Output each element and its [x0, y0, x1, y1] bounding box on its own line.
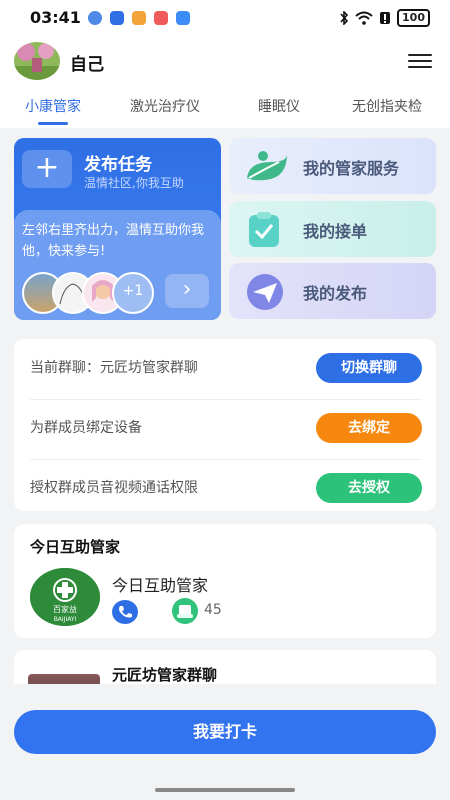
participant-count-badge: +1: [112, 272, 154, 314]
tab-xiaokang[interactable]: 小康管家: [25, 96, 81, 116]
alert-icon: [380, 12, 391, 24]
current-group-label: 当前群聊：元匠坊管家群聊: [30, 360, 198, 376]
today-butler-card[interactable]: 今日互助管家 百家益 BAIJIAYI 今日互助管家 45: [14, 524, 436, 638]
chevron-right-icon: ›: [182, 277, 192, 302]
leaf-icon: [241, 148, 289, 186]
task-inner-panel: 左邻右里齐出力，温情互助你我他，快来参与! +1 ›: [14, 210, 221, 320]
task-description: 左邻右里齐出力，温情互助你我他，快来参与!: [22, 223, 205, 259]
switch-group-button[interactable]: 切换群聊: [316, 353, 422, 383]
menu-icon[interactable]: [408, 54, 432, 70]
my-posts-card[interactable]: 我的发布: [229, 263, 436, 319]
my-butler-service-card[interactable]: 我的管家服务: [229, 138, 436, 194]
today-butler-name: 今日互助管家: [112, 576, 209, 595]
check-in-button[interactable]: 我要打卡: [14, 710, 436, 754]
battery-indicator: 100: [397, 9, 430, 27]
footer: 我要打卡: [0, 684, 450, 800]
phone-icon[interactable]: [112, 600, 138, 624]
bluetooth-icon: [340, 11, 349, 25]
app-notify-icon: [110, 11, 124, 25]
app-notify-icon: [88, 11, 102, 25]
publish-task-title: 发布任务: [84, 155, 152, 175]
authorize-button[interactable]: 去授权: [316, 473, 422, 503]
publish-task-card[interactable]: + 发布任务 温情社区,你我互助 左邻右里齐出力，温情互助你我他，快来参与! +…: [14, 138, 221, 320]
status-time: 03:41: [30, 8, 81, 27]
authorize-label: 授权群成员音视频通话权限: [30, 480, 198, 496]
tab-indicator: [38, 122, 68, 125]
paper-plane-icon: [241, 273, 289, 311]
help-count: 45: [204, 602, 222, 618]
bind-device-row: 为群成员绑定设备 去绑定: [30, 399, 422, 460]
authorize-row: 授权群成员音视频通话权限 去授权: [30, 459, 422, 519]
bind-device-button[interactable]: 去绑定: [316, 413, 422, 443]
more-tasks-button[interactable]: ›: [165, 274, 209, 308]
bind-device-label: 为群成员绑定设备: [30, 420, 142, 436]
status-right: 100: [339, 9, 430, 27]
today-section-title: 今日互助管家: [30, 538, 121, 556]
page-title: 自己: [70, 55, 104, 75]
status-bar: 03:41 100: [0, 0, 450, 36]
plus-icon[interactable]: +: [22, 150, 72, 188]
current-group-row: 当前群聊：元匠坊管家群聊 切换群聊: [30, 339, 422, 400]
app-notify-icon: [176, 11, 190, 25]
participant-avatars: +1: [22, 272, 182, 314]
baijiayi-logo-text: 百家益: [53, 604, 77, 614]
baijiayi-logo: 百家益 BAIJIAYI: [30, 568, 100, 626]
my-butler-service-label: 我的管家服务: [303, 159, 400, 178]
tab-finger-clip[interactable]: 无创指夹检: [352, 96, 422, 116]
tab-bar: 小康管家 激光治疗仪 睡眠仪 无创指夹检: [0, 88, 450, 128]
wifi-icon: [355, 11, 373, 25]
baijiayi-logo-subtext: BAIJIAYI: [54, 616, 77, 623]
tab-sleep[interactable]: 睡眠仪: [258, 96, 300, 116]
app-notify-icon: [132, 11, 146, 25]
helping-hand-icon: [172, 598, 198, 624]
group-chat-name: 元匠坊管家群聊: [112, 666, 218, 684]
app-header: 自己: [0, 36, 450, 88]
group-chat-thumbnail: [28, 674, 100, 684]
group-actions-card: 当前群聊：元匠坊管家群聊 切换群聊 为群成员绑定设备 去绑定 授权群成员音视频通…: [14, 339, 436, 511]
my-posts-label: 我的发布: [303, 284, 368, 303]
tab-laser[interactable]: 激光治疗仪: [130, 96, 200, 116]
avatar[interactable]: [14, 42, 60, 80]
group-chat-card[interactable]: 元匠坊管家群聊: [14, 650, 436, 684]
app-notify-icon: [154, 11, 168, 25]
clipboard-icon: [241, 211, 289, 249]
my-orders-label: 我的接单: [303, 222, 368, 241]
my-orders-card[interactable]: 我的接单: [229, 201, 436, 257]
publish-task-subtitle: 温情社区,你我互助: [84, 176, 184, 190]
home-indicator[interactable]: [155, 788, 295, 792]
main-scroll[interactable]: + 发布任务 温情社区,你我互助 左邻右里齐出力，温情互助你我他，快来参与! +…: [0, 128, 450, 684]
